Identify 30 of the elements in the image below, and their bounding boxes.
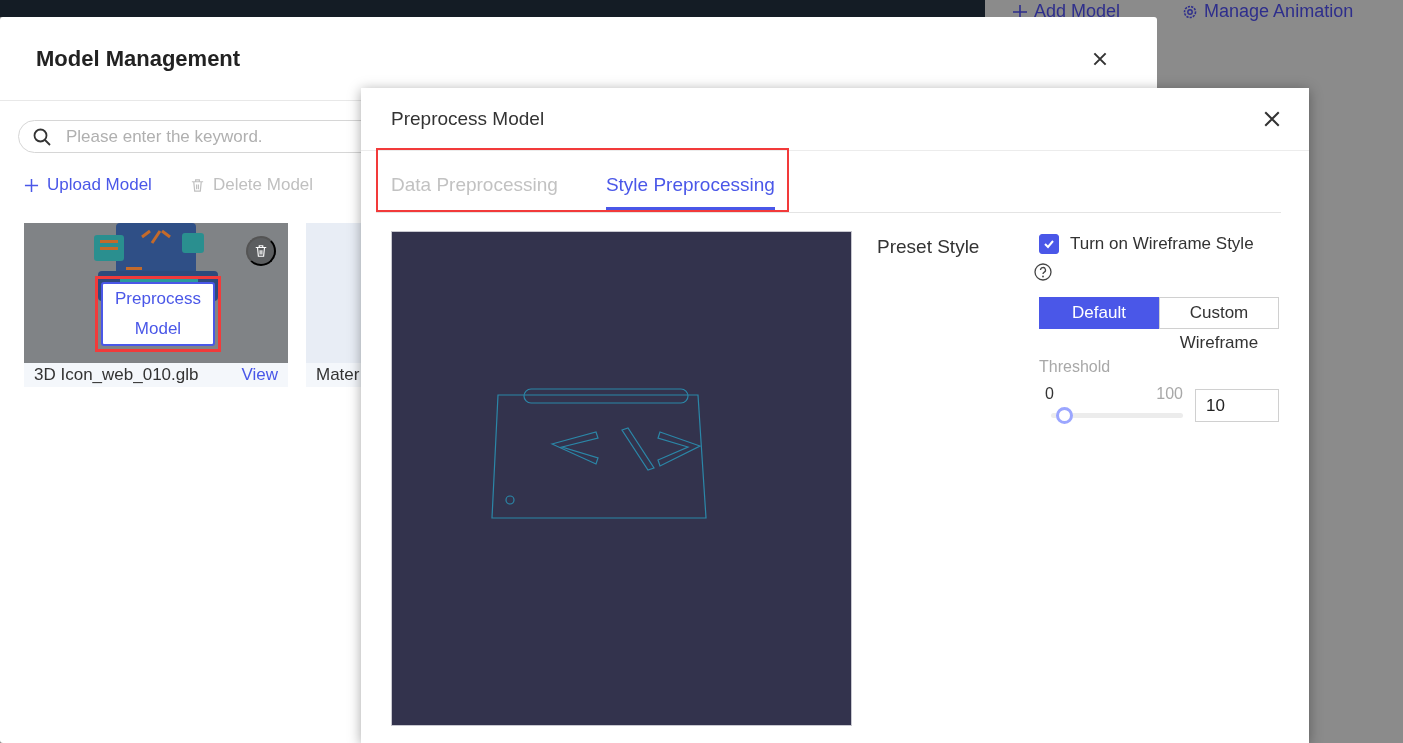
- field-label: Preset Style: [877, 235, 981, 259]
- plus-icon: [1012, 3, 1028, 20]
- slider-min-label: 0: [1045, 385, 1054, 403]
- mode-button[interactable]: Custom Wireframe: [1159, 297, 1279, 358]
- checkbox-label: Turn on Wireframe Style: [1070, 234, 1254, 254]
- preprocess-model-button[interactable]: Preprocess Model: [101, 282, 215, 346]
- tab[interactable]: Style Preprocessing: [605, 150, 775, 210]
- close-icon: [1263, 110, 1281, 128]
- threshold-label: Threshold: [1039, 358, 1112, 376]
- slider-thumb[interactable]: [1056, 407, 1074, 424]
- settings-icon: [1182, 3, 1199, 20]
- checkbox[interactable]: [1039, 234, 1059, 254]
- help-icon: [1033, 262, 1053, 282]
- manage-animation-link[interactable]: Manage Animation: [1182, 1, 1354, 22]
- add-model-link[interactable]: Add Model: [1012, 1, 1121, 22]
- file-name: 3D Icon_web_010.glb: [34, 365, 199, 385]
- trash-icon: [189, 177, 205, 193]
- check-icon: [1043, 238, 1055, 250]
- search-icon: [32, 127, 52, 147]
- dialog-title: Model Management: [36, 45, 241, 72]
- close-button[interactable]: [1263, 110, 1281, 128]
- file-name: Mater: [316, 365, 360, 385]
- delete-button[interactable]: [246, 236, 276, 266]
- trash-icon: [254, 243, 268, 259]
- mode-button[interactable]: Default: [1039, 297, 1159, 328]
- number-input[interactable]: 10: [1195, 389, 1279, 422]
- plus-icon: [24, 177, 39, 193]
- slider-max-label: 100: [1156, 385, 1183, 403]
- upload-model-button[interactable]: Upload Model: [24, 175, 152, 195]
- view-link[interactable]: View: [241, 365, 278, 385]
